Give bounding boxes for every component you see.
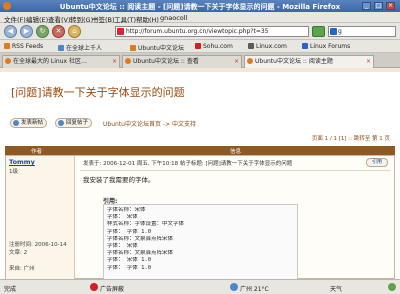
quote-line: 字体： 宋体 bbox=[107, 243, 138, 250]
status-text: 完成 bbox=[4, 286, 17, 293]
tab-favicon bbox=[247, 58, 253, 64]
quote-line: 字体： 字体 1.0 bbox=[107, 228, 152, 235]
weather-icon[interactable] bbox=[230, 283, 238, 291]
stop-icon[interactable]: ✕ bbox=[52, 25, 65, 38]
url-input[interactable]: http://forum.ubuntu.org.cn/viewtopic.php… bbox=[115, 26, 309, 37]
linux-icon bbox=[248, 43, 254, 49]
page-content: [问题]请教一下关于字体显示的问题 发表新帖 回复帖子 Ubuntu中文论坛首页… bbox=[0, 68, 400, 279]
tab-1[interactable]: 在全球最大的 Linux 社区… × bbox=[2, 55, 120, 68]
search-engine-icon[interactable] bbox=[330, 28, 337, 35]
tab-favicon bbox=[125, 58, 131, 64]
search-input[interactable]: g bbox=[328, 26, 396, 37]
author-from: 来自: 广州 bbox=[9, 266, 35, 272]
quote-line: 字体名称：文泉驿点阵宋体 bbox=[107, 250, 174, 257]
adblock-icon[interactable] bbox=[90, 283, 98, 291]
reply-button[interactable]: 回复帖子 bbox=[55, 118, 93, 128]
weather-label: 广州 21°C bbox=[240, 286, 269, 293]
new-topic-button[interactable]: 发表新帖 bbox=[10, 118, 48, 128]
forum-icon bbox=[302, 43, 308, 49]
close-tab-icon[interactable]: × bbox=[234, 56, 239, 67]
close-window-button[interactable]: × bbox=[386, 2, 395, 10]
author-panel: Tommy 1级 注册时间: 2006-10-14 文章: 2 来自: 广州 bbox=[6, 156, 75, 279]
bookmark-sohu[interactable]: Sohu.com bbox=[195, 43, 233, 50]
page-top-band bbox=[0, 68, 400, 72]
ubuntu-icon bbox=[130, 45, 136, 51]
bookmark-linux-com[interactable]: Linux.com bbox=[248, 43, 287, 50]
forward-icon[interactable]: ▶ bbox=[20, 25, 33, 38]
tab-strip: 在全球最大的 Linux 社区… × Ubuntu中文论坛 :: 查看 × Ub… bbox=[0, 53, 400, 69]
maximize-button[interactable]: □ bbox=[374, 2, 383, 10]
new-topic-icon bbox=[13, 120, 19, 126]
minimize-button[interactable]: _ bbox=[362, 2, 371, 10]
close-tab-icon[interactable]: × bbox=[366, 56, 371, 67]
sohu-icon bbox=[195, 43, 201, 49]
quote-box: 字体名称：宋体 字体： 宋体 样式名称：字体设置：中文字体 字体： 字体 1.0… bbox=[103, 204, 298, 279]
bookmark-item[interactable]: 在全球上千人 bbox=[58, 43, 102, 52]
tab-3-active[interactable]: Ubuntu中文论坛 :: 阅读主题 × bbox=[244, 55, 374, 69]
quote-line: 样式名称：字体设置：中文字体 bbox=[107, 221, 185, 228]
col-author: 作者 bbox=[31, 149, 43, 155]
author-posts: 文章: 2 bbox=[9, 250, 28, 256]
post-table-header: 作者 信息 bbox=[5, 146, 395, 155]
window-title: Ubuntu中文论坛 :: 阅读主题 - [问题]请教一下关于字体显示的问题 -… bbox=[59, 3, 341, 11]
close-tab-icon[interactable]: × bbox=[112, 56, 117, 67]
author-joined: 注册时间: 2006-10-14 bbox=[9, 242, 67, 248]
menu-extra[interactable]: gnaocoll bbox=[160, 14, 187, 22]
misc-label: 天气 bbox=[330, 286, 343, 293]
back-icon[interactable]: ◀ bbox=[4, 25, 17, 38]
security-icon[interactable] bbox=[388, 283, 396, 291]
quote-line: 字体名称：文泉驿点阵宋体 bbox=[107, 235, 174, 242]
bookmark-rss[interactable]: RSS Feeds bbox=[4, 43, 43, 50]
post-row: Tommy 1级 注册时间: 2006-10-14 文章: 2 来自: 广州 发… bbox=[5, 155, 395, 279]
rss-icon bbox=[4, 43, 10, 49]
quote-line: 字体： 宋体 bbox=[107, 214, 138, 221]
quote-line: 字体： 宋体 1.0 bbox=[107, 257, 152, 264]
bookmark-linux-forums[interactable]: Linux Forums bbox=[302, 43, 350, 50]
author-rank: 1级 bbox=[9, 169, 18, 175]
author-link[interactable]: Tommy bbox=[9, 158, 35, 166]
breadcrumb[interactable]: Ubuntu中文论坛首页 -> 中文支持 bbox=[103, 119, 196, 128]
tab-favicon bbox=[5, 58, 11, 64]
home-icon[interactable]: ⌂ bbox=[68, 25, 81, 38]
bookmarks-toolbar: RSS Feeds 在全球上千人 Ubuntu中文论坛 Sohu.com Lin… bbox=[0, 40, 400, 53]
col-message: 信息 bbox=[230, 149, 242, 155]
go-icon[interactable] bbox=[312, 26, 325, 37]
quote-line: 字体： 字体 1.0 bbox=[107, 264, 152, 271]
window-titlebar: Ubuntu中文论坛 :: 阅读主题 - [问题]请教一下关于字体显示的问题 -… bbox=[0, 0, 400, 12]
status-bar: 完成 广告屏蔽 广州 21°C 天气 bbox=[0, 279, 400, 294]
reload-icon[interactable]: ↻ bbox=[36, 25, 49, 38]
post-divider bbox=[80, 170, 390, 171]
site-favicon bbox=[117, 28, 124, 35]
post-header: 发表于: 2006-12-01 周五, 下午10:18 帖子标题: [问题]请教… bbox=[83, 161, 293, 167]
quote-line: 字体名称：宋体 bbox=[107, 207, 146, 213]
pagination[interactable]: 页面 1 / 1 [1] :: 跳转至 第 1 页 bbox=[312, 134, 390, 142]
navigation-toolbar: ◀ ▶ ↻ ✕ ⌂ http://forum.ubuntu.org.cn/vie… bbox=[0, 23, 400, 40]
menu-bar: 文件(F) 编辑(E) 查看(V) 转到(G) 书签(B) 工具(T) 帮助(H… bbox=[0, 12, 400, 24]
quote-button[interactable]: 引用 bbox=[366, 158, 388, 167]
url-text: http://forum.ubuntu.org.cn/viewtopic.php… bbox=[126, 28, 269, 35]
tab-2[interactable]: Ubuntu中文论坛 :: 查看 × bbox=[122, 55, 242, 68]
search-text: g bbox=[338, 28, 342, 35]
bookmark-ubuntu-forum[interactable]: Ubuntu中文论坛 bbox=[130, 43, 184, 52]
bookmark-icon bbox=[58, 45, 64, 51]
adblock-label: 广告屏蔽 bbox=[100, 286, 125, 293]
reply-icon bbox=[58, 120, 64, 126]
post-text: 我安装了我需要的字体。 bbox=[83, 176, 155, 184]
page-title[interactable]: [问题]请教一下关于字体显示的问题 bbox=[11, 84, 185, 100]
